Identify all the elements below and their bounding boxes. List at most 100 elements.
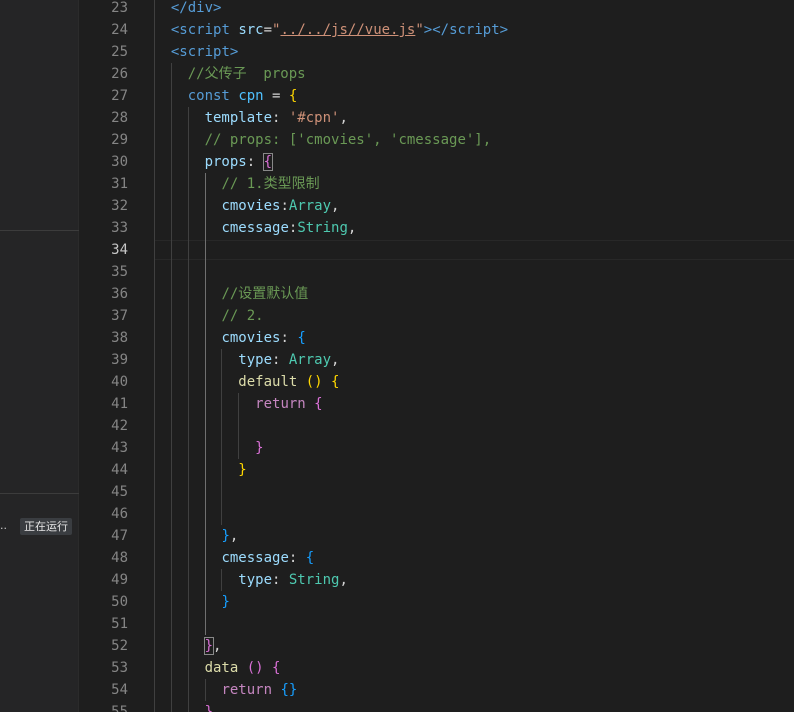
code-line[interactable]: // 2.	[221, 305, 263, 327]
code-token: props	[204, 154, 247, 170]
code-token: :	[288, 550, 306, 566]
code-line[interactable]: }	[238, 459, 246, 481]
code-area[interactable]: </div> <script src="../../js//vue.js"></s…	[154, 0, 794, 712]
line-number: 37	[111, 308, 128, 324]
code-token: return	[255, 396, 306, 412]
code-token: :	[272, 352, 289, 368]
code-line[interactable]: </div>	[171, 0, 222, 19]
code-token: ,	[229, 528, 239, 544]
line-number: 30	[111, 154, 128, 170]
line-number: 28	[111, 110, 128, 126]
code-line[interactable]: },	[221, 525, 238, 547]
code-token: Array	[288, 198, 332, 214]
status-badge: 正在运行	[20, 518, 72, 535]
code-token: {	[305, 550, 315, 566]
code-line[interactable]: type: String,	[238, 569, 348, 591]
code-token: cmovies	[221, 330, 281, 346]
code-line[interactable]: }	[255, 437, 263, 459]
line-number-gutter: 23 24 25 26 27 28 29 30 31 32 33 34 35 36 37 38 39 40 41 42…	[80, 0, 142, 712]
code-token: //设置默认值	[221, 286, 309, 302]
indent-guide	[221, 349, 223, 525]
code-line[interactable]: <script>	[171, 41, 238, 63]
side-panel: .. 正在运行	[0, 0, 79, 712]
panel-divider	[0, 230, 79, 231]
line-number: 35	[111, 264, 128, 280]
code-token: cmessage	[221, 220, 289, 236]
line-number: 36	[111, 286, 128, 302]
line-number: 45	[111, 484, 128, 500]
indent-guide	[204, 679, 206, 701]
line-number: 50	[111, 594, 128, 610]
code-token: ,	[347, 220, 357, 236]
code-line[interactable]: }	[205, 701, 213, 712]
code-line[interactable]: //设置默认值	[221, 283, 308, 305]
code-line[interactable]: return {}	[221, 679, 297, 701]
code-line[interactable]: // 1.类型限制	[221, 173, 319, 195]
code-token: type	[238, 572, 273, 588]
indent-guide	[187, 107, 189, 712]
code-token: src	[238, 22, 264, 38]
line-number: 55	[111, 704, 128, 712]
indent-guide	[204, 173, 206, 635]
code-line[interactable]: cmovies:Array,	[221, 195, 339, 217]
code-token: :	[272, 110, 289, 126]
code-line[interactable]: type: Array,	[238, 349, 339, 371]
line-number: 49	[111, 572, 128, 588]
code-token: }	[204, 704, 214, 712]
code-token: ../../js//vue.js	[280, 22, 416, 38]
code-token: //父传子 props	[187, 66, 306, 82]
code-line[interactable]: },	[203, 635, 222, 657]
code-token: }	[221, 528, 230, 544]
code-line[interactable]: default () {	[238, 371, 339, 393]
code-token: // 2.	[221, 308, 264, 324]
line-number: 24	[111, 22, 128, 38]
code-token: ></	[423, 22, 450, 38]
truncated-item-label[interactable]: ..	[0, 518, 7, 534]
line-number: 29	[111, 132, 128, 148]
code-line[interactable]: //父传子 props	[188, 63, 306, 85]
code-token: cpn	[238, 88, 264, 104]
code-token: ,	[213, 638, 222, 654]
code-token: }	[238, 462, 247, 478]
code-token: '#cpn'	[288, 110, 340, 126]
code-line[interactable]: cmovies: {	[221, 327, 305, 349]
code-token: {	[314, 396, 323, 412]
code-token: :	[272, 572, 289, 588]
code-line[interactable]: const cpn = {	[188, 85, 298, 107]
code-token: // 1.类型限制	[221, 176, 320, 192]
code-line[interactable]: // props: ['cmovies', 'cmessage'],	[205, 129, 492, 151]
code-token: return	[221, 682, 273, 698]
code-line[interactable]: props: {	[204, 151, 274, 173]
code-token: ,	[331, 198, 340, 214]
code-token: :	[280, 330, 298, 346]
indent-guide	[221, 569, 223, 591]
code-token: =	[263, 22, 273, 38]
code-token: }	[203, 637, 215, 655]
code-token: =	[263, 88, 289, 104]
code-token: {	[331, 374, 340, 390]
code-line[interactable]: return {	[255, 393, 322, 415]
line-number: 47	[111, 528, 128, 544]
line-number: 43	[111, 440, 128, 456]
code-line[interactable]: cmessage:String,	[221, 217, 356, 239]
line-number: 53	[111, 660, 128, 676]
code-line[interactable]: }	[221, 591, 229, 613]
indent-guide	[154, 0, 155, 712]
code-token: div	[187, 0, 214, 16]
code-token: }	[255, 440, 264, 456]
code-token: // props: ['cmovies', 'cmessage'],	[204, 132, 492, 148]
line-number: 25	[111, 44, 128, 60]
code-line[interactable]: data () {	[205, 657, 281, 679]
code-line[interactable]: template: '#cpn',	[205, 107, 348, 129]
code-token: script	[179, 22, 230, 38]
code-line[interactable]: cmessage: {	[221, 547, 314, 569]
line-number: 48	[111, 550, 128, 566]
code-token: ,	[339, 110, 348, 126]
code-line[interactable]: <script src="../../js//vue.js"></script>	[171, 19, 508, 41]
code-token: cmovies	[221, 198, 281, 214]
code-token: </	[170, 0, 188, 16]
code-token: >	[213, 0, 222, 16]
code-token: ()	[246, 660, 264, 676]
